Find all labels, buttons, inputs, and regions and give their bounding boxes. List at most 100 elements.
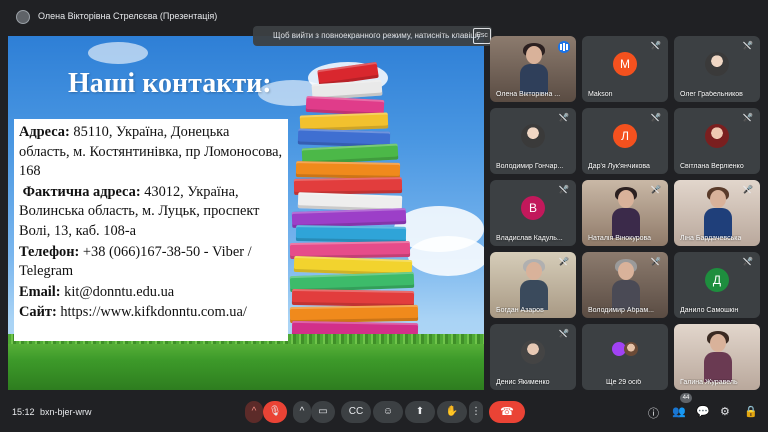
participant-tile[interactable]: Галина Журавель xyxy=(674,324,760,390)
site-value: https://www.kifkdonntu.com.ua/ xyxy=(56,304,247,321)
participant-name: Володимир Абрам... xyxy=(588,307,654,314)
mic-off-icon: 🎤 xyxy=(743,185,753,194)
address-line: Адреса: 85110, Україна, Донецька область… xyxy=(19,123,283,182)
participant-name: Володимир Гончар... xyxy=(496,163,564,170)
avatar: В xyxy=(521,196,545,220)
activities-icon[interactable]: ⚙ xyxy=(720,405,730,418)
participant-tile[interactable]: 🎤 Володимир Гончар... xyxy=(490,108,576,174)
avatar: Л xyxy=(613,124,637,148)
raise-hand-button[interactable]: ✋ xyxy=(437,401,467,423)
chat-icon[interactable]: 💬 xyxy=(696,405,710,418)
presenter-avatar-icon xyxy=(16,10,30,24)
books-stack-image xyxy=(289,61,430,364)
participant-tile[interactable]: 🎤 Світлана Верліенко xyxy=(674,108,760,174)
fullscreen-notice-text: Щоб вийти з повноекранного режиму, натис… xyxy=(273,31,481,40)
presentation-slide: Наші контакти: Адреса: 85110, Україна, Д… xyxy=(8,36,484,390)
participant-tile[interactable]: 🎤 Ліна Бардачевська xyxy=(674,180,760,246)
cloud-decoration xyxy=(88,42,148,64)
more-participants-tile[interactable]: Ще 29 осіб xyxy=(582,324,668,390)
present-screen-button[interactable]: ⬆ xyxy=(405,401,435,423)
mic-off-icon: 🎤 xyxy=(743,41,753,50)
more-options-icon[interactable]: ⋮ xyxy=(469,401,483,423)
participant-name: Олена Вікторівна ... xyxy=(496,91,561,98)
emoji-reactions-button[interactable]: ☺ xyxy=(373,401,403,423)
mic-off-icon: 🎤 xyxy=(743,113,753,122)
mic-off-icon: 🎤 xyxy=(651,113,661,122)
mic-off-icon: 🎤 xyxy=(559,257,569,266)
participant-name: Данило Самошкін xyxy=(680,307,739,314)
email-value: kit@donntu.edu.ua xyxy=(60,283,175,300)
participant-video xyxy=(704,331,732,382)
fullscreen-notice: Щоб вийти з повноекранного режиму, натис… xyxy=(253,26,492,46)
avatar xyxy=(521,340,545,364)
address-label: Адреса: xyxy=(19,124,70,140)
esc-key-hint: Esc xyxy=(473,28,491,44)
control-bar: 15:12 bxn-bjer-wrw ^ 🎙 ^ ▭ CC ☺ ⬆ ✋ ⋮ ☎ … xyxy=(0,393,768,432)
participant-tile[interactable]: 🎤 Наталія Вінокурова xyxy=(582,180,668,246)
phone-label: Телефон: xyxy=(19,243,80,260)
slide-heading: Наші контакти: xyxy=(68,68,272,99)
email-label: Email: xyxy=(19,283,61,300)
camera-toggle-button[interactable]: ▭ xyxy=(311,401,335,423)
microphone-toggle-button[interactable]: 🎙 xyxy=(263,401,287,423)
clock: 15:12 xyxy=(12,407,35,417)
avatar xyxy=(521,124,545,148)
participant-name: Владислав Кадуль... xyxy=(496,235,563,242)
mic-off-icon: 🎤 xyxy=(651,185,661,194)
participant-name: Makson xyxy=(588,91,613,98)
participant-name: Світлана Верліенко xyxy=(680,163,744,170)
participant-name: Олег Грабельников xyxy=(680,91,743,98)
camera-options-chevron-icon[interactable]: ^ xyxy=(293,401,311,423)
participant-video xyxy=(520,259,548,310)
participant-name: Богдан Азаров xyxy=(496,307,544,314)
participant-tile[interactable]: Олена Вікторівна ... xyxy=(490,36,576,102)
meeting-info-icon[interactable]: ⓘ xyxy=(648,405,659,421)
participant-tile[interactable]: В 🎤 Владислав Кадуль... xyxy=(490,180,576,246)
mic-off-icon: 🎤 xyxy=(743,257,753,266)
mic-off-icon: 🎤 xyxy=(651,257,661,266)
speaking-indicator-icon xyxy=(558,41,570,53)
participant-name: Наталія Вінокурова xyxy=(588,235,652,242)
meeting-code: bxn-bjer-wrw xyxy=(40,407,92,417)
site-label: Сайт: xyxy=(19,304,57,321)
captions-button[interactable]: CC xyxy=(341,401,371,423)
email-line: Email: kit@donntu.edu.ua xyxy=(19,283,283,303)
participant-video xyxy=(704,187,732,238)
avatar xyxy=(705,124,729,148)
participant-count-badge: 44 xyxy=(680,393,692,403)
participant-tile[interactable]: M 🎤 Makson xyxy=(582,36,668,102)
avatar xyxy=(705,52,729,76)
site-line: Сайт: https://www.kifkdonntu.com.ua/ xyxy=(19,303,283,323)
more-avatar xyxy=(624,342,638,356)
mic-options-chevron-icon[interactable]: ^ xyxy=(245,401,263,423)
people-icon[interactable]: 👥 xyxy=(672,405,686,418)
avatar: M xyxy=(613,52,637,76)
actual-address-line: Фактична адреса: 43012, Україна, Волинсь… xyxy=(19,183,283,242)
mic-off-icon: 🎤 xyxy=(559,113,569,122)
participant-tile[interactable]: Л 🎤 Дар'я Лук'янчикова xyxy=(582,108,668,174)
participant-video xyxy=(612,187,640,238)
participant-video xyxy=(612,259,640,310)
presenter-title: Олена Вікторівна Стрелєєва (Презентація) xyxy=(38,11,218,21)
participant-tile[interactable]: Д 🎤 Данило Самошкін xyxy=(674,252,760,318)
mic-off-icon: 🎤 xyxy=(559,185,569,194)
more-participants-label: Ще 29 осіб xyxy=(606,379,642,386)
actual-address-label: Фактична адреса: xyxy=(22,183,141,200)
contacts-textbox: Адреса: 85110, Україна, Донецька область… xyxy=(14,119,288,341)
participant-name: Ліна Бардачевська xyxy=(680,235,742,242)
grass-decoration xyxy=(8,334,484,390)
host-controls-icon[interactable]: 🔒 xyxy=(744,405,758,418)
participant-name: Денис Якименко xyxy=(496,379,550,386)
mic-off-icon: 🎤 xyxy=(559,329,569,338)
participant-tile[interactable]: 🎤 Денис Якименко xyxy=(490,324,576,390)
participant-name: Галина Журавель xyxy=(680,379,738,386)
avatar: Д xyxy=(705,268,729,292)
mic-off-icon: 🎤 xyxy=(651,41,661,50)
phone-line: Телефон: +38 (066)167-38-50 - Viber / Te… xyxy=(19,243,283,282)
participant-tile[interactable]: 🎤 Богдан Азаров xyxy=(490,252,576,318)
participant-name: Дар'я Лук'янчикова xyxy=(588,163,650,170)
participant-tile[interactable]: 🎤 Олег Грабельников xyxy=(674,36,760,102)
participant-video xyxy=(520,43,548,94)
participant-tile[interactable]: 🎤 Володимир Абрам... xyxy=(582,252,668,318)
leave-call-button[interactable]: ☎ xyxy=(489,401,525,423)
